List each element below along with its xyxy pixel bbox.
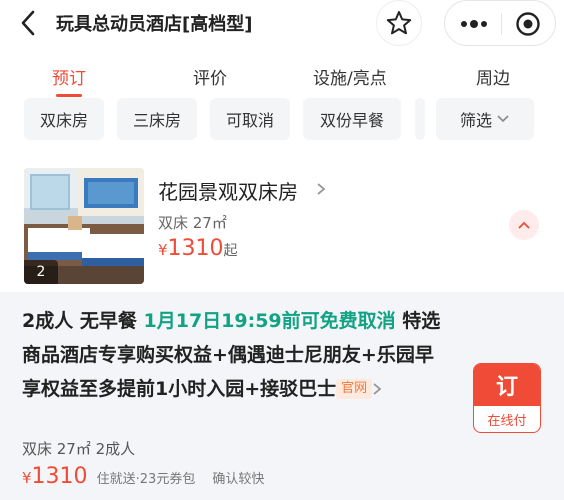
tab-nearby[interactable]: 周边	[476, 64, 510, 89]
room-name[interactable]: 花园景观双床房	[158, 176, 298, 205]
filter-label: 筛选	[459, 111, 492, 130]
chip-overflow-edge	[415, 98, 425, 140]
rate-description: 2成人 无早餐 1月17日19:59前可免费取消 特选商品酒店专享购买权益+偶遇…	[22, 304, 442, 406]
official-badge: 官网	[336, 379, 373, 399]
chip-triple-room[interactable]: 三床房	[117, 98, 197, 140]
chip-twin-room[interactable]: 双床房	[24, 98, 104, 140]
room-card[interactable]: 2 花园景观双床房 双床 27㎡ ¥1310起	[0, 160, 564, 290]
filter-button[interactable]: 筛选	[436, 98, 534, 140]
chevron-up-icon	[518, 221, 530, 229]
tab-facilities[interactable]: 设施/亮点	[313, 64, 387, 89]
room-price: ¥1310起	[158, 236, 238, 261]
rate-cancel-policy: 1月17日19:59前可免费取消	[143, 310, 396, 332]
chip-cancellable[interactable]: 可取消	[210, 98, 290, 140]
rate-beds-info: 双床 27㎡ 2成人	[22, 440, 136, 458]
rate-price-amount: 1310	[31, 464, 88, 489]
confirm-note: 确认较快	[212, 472, 265, 487]
rate-plan-card[interactable]: 2成人 无早餐 1月17日19:59前可免费取消 特选商品酒店专享购买权益+偶遇…	[0, 292, 564, 500]
back-arrow-icon[interactable]	[14, 8, 44, 38]
tab-bar: 预订 评价 设施/亮点 周边	[0, 56, 564, 97]
collapse-button[interactable]	[509, 210, 539, 240]
chevron-right-icon	[317, 183, 326, 195]
filter-chip-row: 双床房 三床房 可取消 双份早餐 筛选	[0, 98, 564, 142]
room-price-suffix: 起	[223, 243, 238, 259]
coupon-note: 住就送·23元券包	[96, 472, 196, 487]
favorite-button[interactable]	[376, 0, 422, 46]
book-button[interactable]: 订 在线付	[473, 363, 541, 433]
more-dots-icon[interactable]	[459, 13, 489, 35]
star-icon	[386, 11, 412, 35]
room-price-currency: ¥	[158, 241, 168, 259]
capsule-divider	[501, 13, 502, 35]
chevron-down-icon	[497, 115, 509, 123]
chevron-right-icon	[373, 383, 382, 395]
room-photo[interactable]: 2	[24, 168, 144, 284]
book-label: 订	[474, 364, 540, 406]
room-price-amount: 1310	[167, 236, 224, 261]
rate-guests: 2成人	[22, 310, 74, 332]
photo-count: 2	[24, 260, 58, 284]
rate-breakfast: 无早餐	[79, 310, 137, 332]
active-tab-indicator	[56, 94, 82, 97]
target-circle-icon[interactable]	[515, 11, 541, 37]
chip-double-breakfast[interactable]: 双份早餐	[303, 98, 401, 140]
room-meta: 双床 27㎡	[158, 214, 227, 232]
tab-reviews[interactable]: 评价	[193, 64, 227, 89]
rate-price-row: ¥1310 住就送·23元券包 确认较快	[22, 464, 264, 489]
pay-online-label: 在线付	[487, 414, 527, 429]
mini-program-capsule	[444, 0, 556, 46]
page-title: 玩具总动员酒店[高档型]	[56, 14, 253, 35]
rate-price-currency: ¥	[22, 469, 32, 487]
top-bar: 玩具总动员酒店[高档型]	[0, 0, 564, 46]
tab-booking[interactable]: 预订	[52, 64, 86, 89]
